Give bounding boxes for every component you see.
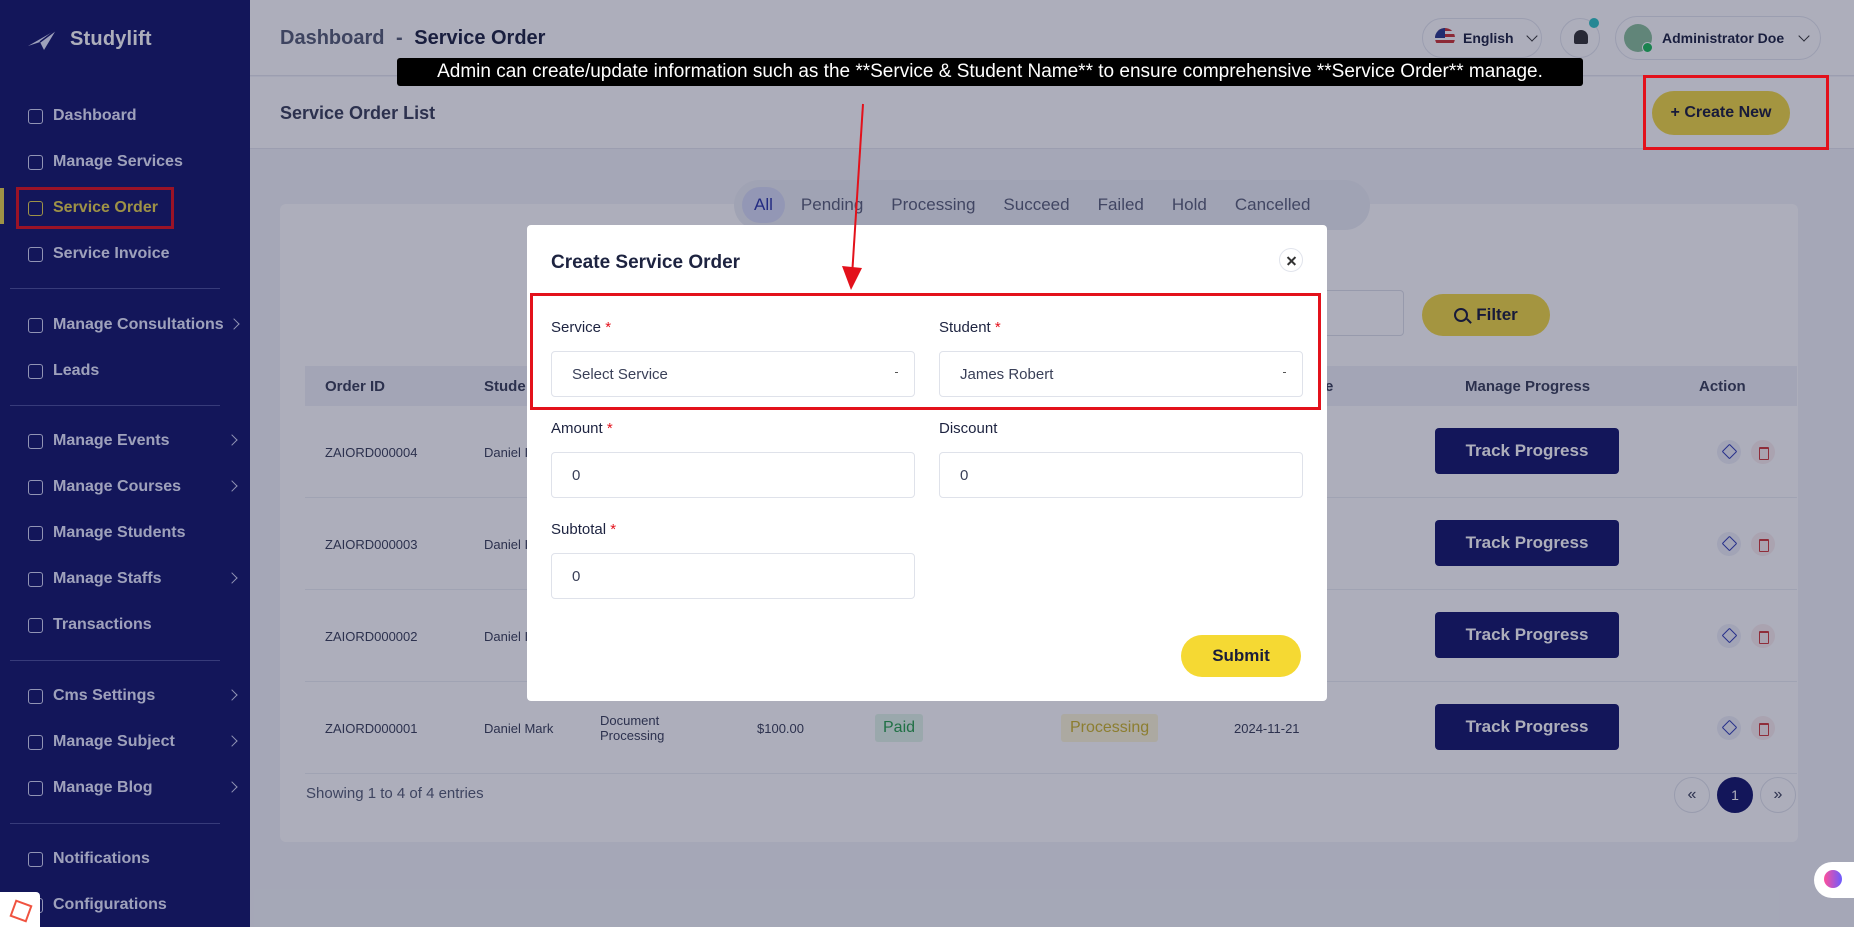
annotation-arrow <box>842 103 864 290</box>
laravel-icon[interactable] <box>0 892 40 927</box>
brain-icon[interactable] <box>1814 862 1854 898</box>
